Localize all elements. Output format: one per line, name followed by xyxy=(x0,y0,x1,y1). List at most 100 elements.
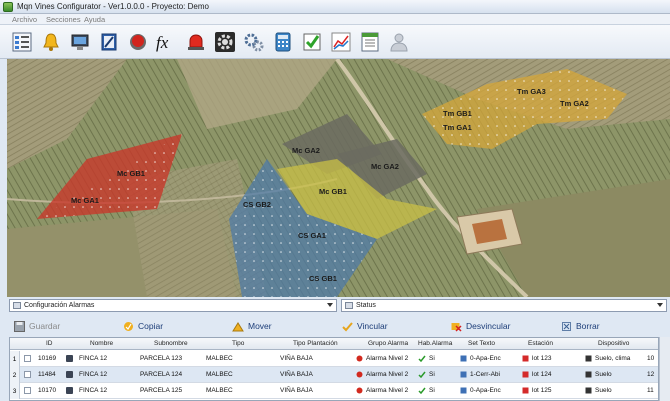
unlink-icon xyxy=(451,322,462,332)
plot-label-tm-ga3[interactable]: Tm GA3 xyxy=(517,87,546,96)
station-pin-icon xyxy=(522,371,529,378)
column-header-set-texto[interactable]: Set Texto xyxy=(468,340,495,347)
cell-tipo-plantacion: VIÑA BAJA xyxy=(280,355,313,362)
cell-nombre: FINCA 12 xyxy=(79,371,108,378)
table-row[interactable]: 3 10170 FINCA 12 PARCELA 125 MALBEC VIÑA… xyxy=(10,383,658,399)
plot-label-tm-ga2[interactable]: Tm GA2 xyxy=(560,99,589,108)
save-button[interactable]: Guardar xyxy=(14,319,60,333)
cell-extra: 10 xyxy=(647,355,655,362)
plot-label-cs-ga1[interactable]: CS GA1 xyxy=(298,231,326,240)
building-icon xyxy=(66,355,73,362)
plot-label-cs-gb1[interactable]: CS GB1 xyxy=(309,274,337,283)
checklist-button[interactable] xyxy=(298,28,325,55)
monitor-button[interactable] xyxy=(66,28,93,55)
function-fx-icon: fx xyxy=(156,33,169,52)
delete-button[interactable]: Borrar xyxy=(561,319,600,333)
siren-button[interactable] xyxy=(182,28,209,55)
section-select[interactable]: Configuración Alarmas xyxy=(9,299,337,312)
row-checkbox[interactable] xyxy=(24,387,31,394)
cell-extra: 11 xyxy=(647,387,654,394)
copy-icon xyxy=(124,321,133,331)
cell-estacion-text: lot 124 xyxy=(532,371,552,378)
row-checkbox[interactable] xyxy=(24,371,31,378)
vineyard-map[interactable]: Mc GA1 Mc GB1 Mc GA2 Mc GA2 Mc GB1 CS GB… xyxy=(7,59,670,297)
device-icon xyxy=(585,387,592,394)
cell-estacion-text: lot 125 xyxy=(532,387,552,394)
column-header-dispositivo[interactable]: Dispositivo xyxy=(598,340,629,347)
red-button-icon xyxy=(129,33,146,50)
table-row[interactable]: 2 11484 FINCA 12 PARCELA 124 MALBEC VIÑA… xyxy=(10,367,658,383)
chevron-down-icon xyxy=(657,303,663,307)
gear-icon xyxy=(214,31,235,52)
column-header-subnombre[interactable]: Subnombre xyxy=(154,340,188,347)
cell-grupo-alarma: Alarma Nivel 2 xyxy=(356,371,408,378)
cell-id: 11484 xyxy=(38,371,56,378)
menu-ayuda[interactable]: Ayuda xyxy=(84,15,105,24)
monitor-icon xyxy=(71,34,88,50)
plot-label-tm-gb1[interactable]: Tm GB1 xyxy=(443,109,472,118)
siren-icon xyxy=(187,33,204,50)
menu-secciones[interactable]: Secciones xyxy=(46,15,81,24)
gears-icon xyxy=(244,33,263,51)
column-header-nombre[interactable]: Nombre xyxy=(90,340,113,347)
title-bar: Mqn Vines Configurator - Ver1.0.0.0 - Pr… xyxy=(0,0,670,14)
column-header-tipo[interactable]: Tipo xyxy=(232,340,244,347)
column-header-hab-alarma[interactable]: Hab.Alarma xyxy=(418,340,452,347)
cell-id: 10170 xyxy=(38,387,57,394)
plot-label-cs-gb2[interactable]: CS GB2 xyxy=(243,200,271,209)
copy-button[interactable]: Copiar xyxy=(123,319,163,333)
cell-tipo-plantacion: VIÑA BAJA xyxy=(280,387,313,394)
move-button[interactable]: Mover xyxy=(232,319,272,333)
window-title: Mqn Vines Configurator - Ver1.0.0.0 - Pr… xyxy=(17,2,209,11)
cell-nombre: FINCA 12 xyxy=(79,355,108,362)
status-select-value: Status xyxy=(356,302,376,309)
cell-estacion: lot 124 xyxy=(522,371,552,378)
cell-dispositivo-text: Suelo xyxy=(595,387,612,394)
properties-button[interactable] xyxy=(8,28,35,55)
red-button-button[interactable] xyxy=(124,28,151,55)
check-icon xyxy=(418,355,426,362)
chart-button[interactable] xyxy=(327,28,354,55)
calculator-button[interactable] xyxy=(269,28,296,55)
table-scrollbar[interactable] xyxy=(659,337,670,401)
chevron-down-icon xyxy=(327,303,333,307)
status-select[interactable]: Status xyxy=(341,299,667,312)
check-icon xyxy=(418,387,426,394)
cell-tipo: MALBEC xyxy=(206,371,233,378)
advanced-settings-button[interactable] xyxy=(240,28,267,55)
report-button[interactable] xyxy=(356,28,383,55)
column-header-id[interactable]: ID xyxy=(46,340,53,347)
building-icon xyxy=(66,387,73,394)
plot-label-mc-gb1-yellow[interactable]: Mc GB1 xyxy=(319,187,347,196)
alarm-bell-button[interactable] xyxy=(37,28,64,55)
cell-extra: 12 xyxy=(647,371,655,378)
table-row[interactable]: 1 10169 FINCA 12 PARCELA 123 MALBEC VIÑA… xyxy=(10,351,658,367)
cell-id: 10169 xyxy=(38,355,57,362)
link-button[interactable]: Vincular xyxy=(342,319,388,333)
section-select-icon xyxy=(13,302,21,309)
menu-archivo[interactable]: Archivo xyxy=(12,15,37,24)
user-button[interactable] xyxy=(385,28,412,55)
cell-dispositivo-text: Suelo, clima xyxy=(595,355,631,362)
row-checkbox[interactable] xyxy=(24,355,31,362)
plot-label-mc-ga1[interactable]: Mc GA1 xyxy=(71,196,99,205)
unlink-button[interactable]: Desvincular xyxy=(451,319,510,333)
function-button[interactable]: fx xyxy=(153,28,180,55)
settings-button[interactable] xyxy=(211,28,238,55)
column-header-tipo-plantacion[interactable]: Tipo Plantación xyxy=(293,340,338,347)
column-header-estacion[interactable]: Estación xyxy=(528,340,553,347)
status-select-icon xyxy=(345,302,353,309)
cell-subnombre: PARCELA 123 xyxy=(140,355,183,362)
cell-grupo-alarma: Alarma Nivel 2 xyxy=(356,387,408,394)
menu-bar: Archivo Secciones Ayuda xyxy=(0,14,670,25)
plot-label-mc-gb1-red[interactable]: Mc GB1 xyxy=(117,169,145,178)
cell-tipo: MALBEC xyxy=(206,355,233,362)
user-icon xyxy=(389,33,408,51)
cell-estacion-text: lot 123 xyxy=(532,355,552,362)
plot-label-tm-ga1[interactable]: Tm GA1 xyxy=(443,123,472,132)
plot-label-mc-ga2-b[interactable]: Mc GA2 xyxy=(371,162,399,171)
plot-label-mc-ga2-a[interactable]: Mc GA2 xyxy=(292,146,320,155)
notebook-button[interactable] xyxy=(95,28,122,55)
column-header-grupo-alarma[interactable]: Grupo Alarma xyxy=(368,340,408,347)
row-number: 2 xyxy=(10,367,20,383)
